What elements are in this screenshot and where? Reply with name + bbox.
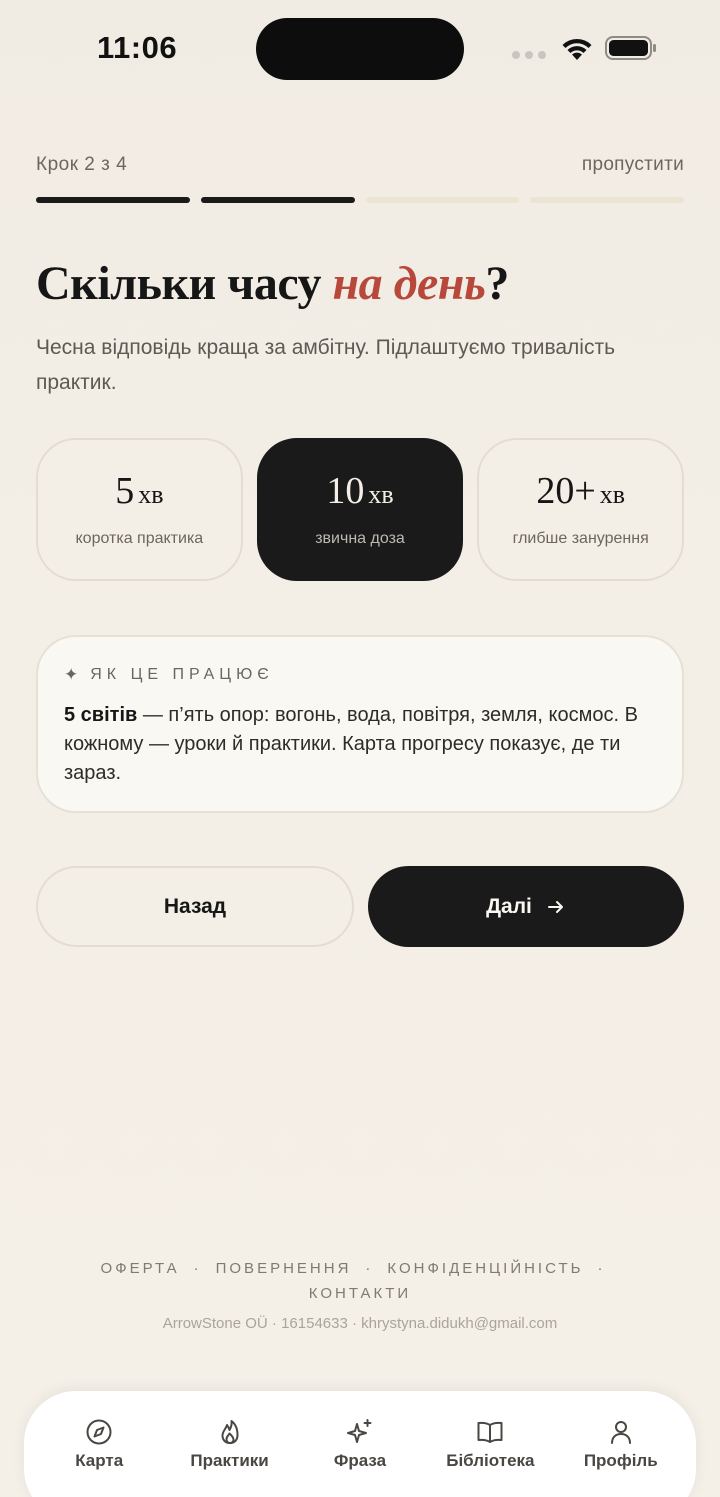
footer-link-refunds[interactable]: ПОВЕРНЕННЯ (216, 1260, 352, 1277)
progress-segment (530, 197, 684, 203)
progress-bar (36, 197, 684, 203)
option-caption: глибше занурення (512, 529, 649, 547)
title-accent: на день (332, 257, 486, 310)
footer-separator: · (365, 1260, 374, 1277)
tab-phrase[interactable]: Фраза (300, 1417, 420, 1497)
page-title: Скільки часу на день? (36, 256, 509, 311)
back-button[interactable]: Назад (36, 866, 354, 947)
tab-label: Фраза (333, 1451, 387, 1470)
page-subtitle: Чесна відповідь краща за амбітну. Підлаш… (36, 336, 616, 394)
sparkle-icon: ✦ (64, 665, 79, 684)
dynamic-island (256, 18, 464, 80)
info-card-body-bold: 5 світів (64, 704, 138, 726)
progress-segment (200, 197, 355, 203)
sparkles-icon (346, 1419, 372, 1443)
info-card-body-text: — п’ять опор: вогонь, вода, повітря, зем… (64, 704, 638, 784)
footer-company-info: ArrowStone OÜ · 16154633 · khrystyna.did… (162, 1315, 558, 1332)
option-value: 20+ хв (536, 469, 626, 512)
compass-icon (86, 1419, 112, 1445)
footer-separator: · (597, 1260, 606, 1277)
option-value: 5 хв (115, 469, 164, 512)
option-5-min[interactable]: 5 хв коротка практика (36, 438, 243, 581)
footer-link-contacts[interactable]: КОНТАКТИ (309, 1285, 411, 1302)
tab-label: Бібліотека (446, 1451, 535, 1470)
option-caption: звична доза (315, 529, 405, 547)
option-caption: коротка практика (75, 529, 204, 547)
step-indicator: Крок 2 з 4 (36, 154, 128, 175)
tab-label: Практики (190, 1451, 269, 1470)
info-card-header: ✦ ЯК ЦЕ ПРАЦЮЄ (64, 665, 656, 685)
tab-map[interactable]: Карта (39, 1417, 159, 1497)
arrow-right-icon (547, 900, 563, 913)
progress-segment (36, 197, 190, 203)
back-button-label: Назад (163, 894, 227, 918)
tab-practices[interactable]: Практики (170, 1417, 290, 1497)
tab-library[interactable]: Бібліотека (430, 1417, 550, 1497)
status-bar: 11:06 (0, 0, 720, 100)
progress-segment (365, 197, 520, 203)
book-icon (477, 1421, 503, 1443)
how-it-works-card: ✦ ЯК ЦЕ ПРАЦЮЄ 5 світів — п’ять опор: во… (36, 635, 684, 813)
next-button[interactable]: Далі (368, 866, 684, 947)
cellular-signal-icon (512, 51, 546, 59)
info-card-title: ЯК ЦЕ ПРАЦЮЄ (90, 666, 274, 683)
duration-options: 5 хв коротка практика 10 хв звична доза 20… (36, 438, 685, 581)
option-value: 10 хв (326, 469, 394, 512)
info-card-body: 5 світів — п’ять опор: вогонь, вода, пов… (64, 701, 656, 788)
footer-separator: · (193, 1260, 202, 1277)
footer-link-offer[interactable]: ОФЕРТА (101, 1260, 180, 1277)
user-icon (610, 1421, 631, 1444)
option-20-plus-min[interactable]: 20+ хв глибше занурення (477, 438, 685, 581)
title-text: Скільки часу (36, 257, 333, 310)
tab-label: Профіль (583, 1451, 658, 1470)
title-question-mark: ? (485, 257, 509, 310)
skip-link[interactable]: пропустити (582, 154, 684, 176)
footer-links: ОФЕРТА · ПОВЕРНЕННЯ · КОНФІДЕНЦІЙНІСТЬ · КОНТА… (60, 1256, 660, 1306)
bottom-tab-bar: Карта Практики Фраза Бібліотека Профіль (24, 1391, 696, 1497)
next-button-label: Далі (486, 894, 532, 918)
status-time: 11:06 (97, 30, 178, 65)
option-10-min[interactable]: 10 хв звична доза (256, 438, 464, 581)
wifi-icon (562, 38, 592, 60)
battery-icon (605, 36, 656, 60)
tab-profile[interactable]: Профіль (561, 1417, 681, 1497)
footer-link-privacy[interactable]: КОНФІДЕНЦІЙНІСТЬ (387, 1260, 583, 1277)
flame-icon (221, 1420, 239, 1444)
tab-label: Карта (75, 1451, 124, 1470)
